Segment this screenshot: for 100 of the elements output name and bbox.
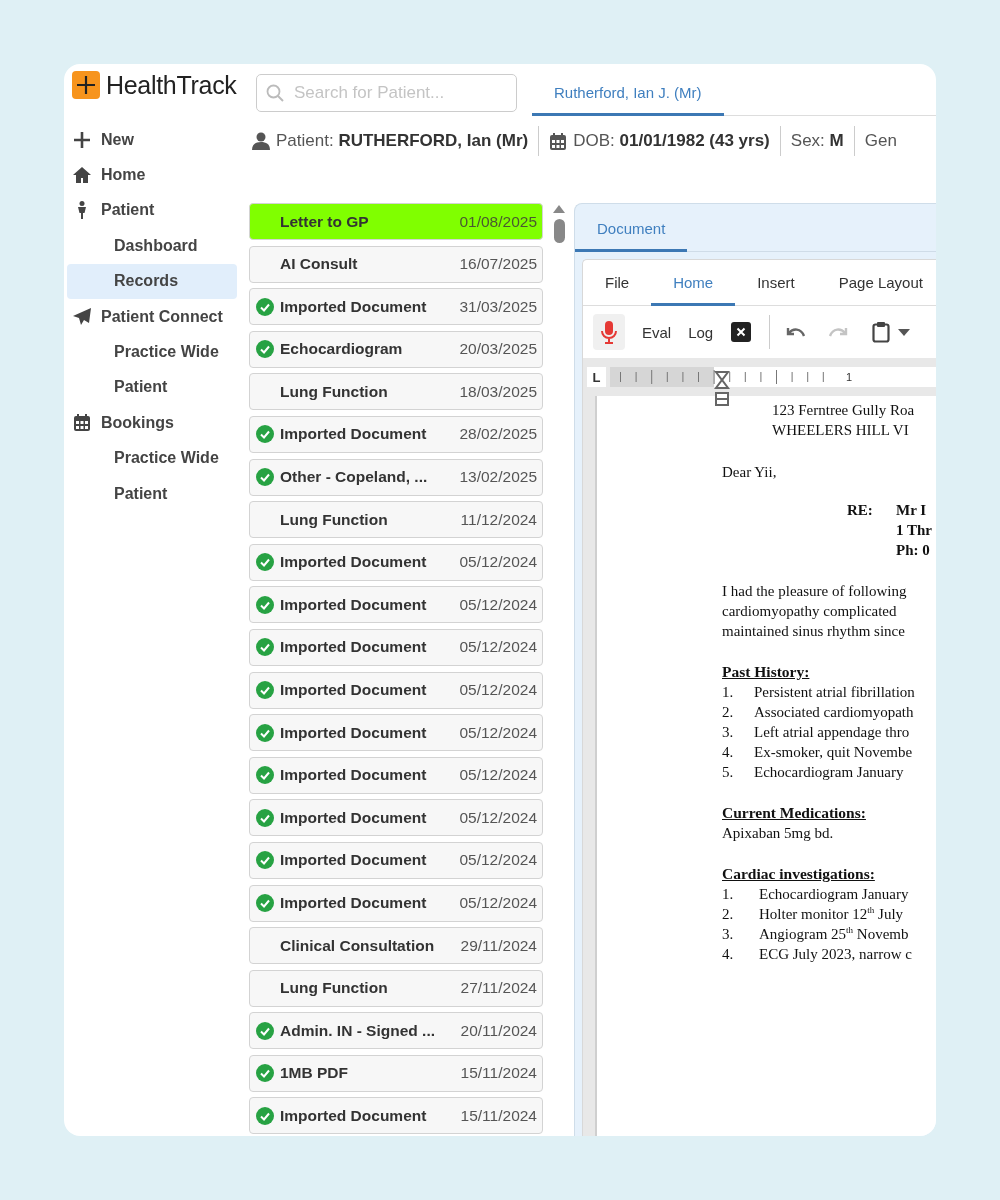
document-tab[interactable]: Document [575, 204, 688, 252]
patient-field: Sex: M [790, 131, 844, 151]
search-icon [266, 84, 284, 102]
ribbon-tab[interactable]: Insert [735, 260, 817, 306]
list-item: Echocardiogram January [754, 763, 904, 782]
sidebar-item[interactable]: Home [67, 157, 237, 193]
sidebar-item[interactable]: Bookings [67, 405, 237, 441]
record-date: 05/12/2024 [459, 681, 537, 700]
record-row[interactable]: Other - Copeland, ... 13/02/2025 [249, 458, 543, 496]
address-line: 123 Ferntree Gully Roa [772, 401, 916, 420]
record-row[interactable]: Imported Document 28/02/2025 [249, 415, 543, 453]
list-number: 2. [722, 703, 735, 722]
scrollbar-thumb[interactable] [553, 219, 565, 243]
record-title: Imported Document [280, 553, 428, 572]
record-title: Imported Document [280, 808, 428, 827]
record-row[interactable]: Imported Document 05/12/2024 [249, 586, 543, 624]
sidebar-item[interactable]: Practice Wide [67, 334, 237, 370]
record-row[interactable]: Imported Document 05/12/2024 [249, 799, 543, 837]
list-number: 3. [722, 925, 735, 944]
record-row[interactable]: Imported Document 05/12/2024 [249, 543, 543, 581]
record-date: 05/12/2024 [459, 851, 537, 870]
search-field[interactable]: Search for Patient... [256, 74, 517, 112]
record-date: 15/11/2024 [460, 1064, 537, 1083]
record-date: 01/08/2025 [459, 212, 537, 231]
sidebar-item[interactable]: Practice Wide [67, 440, 237, 476]
record-row[interactable]: Imported Document 05/12/2024 [249, 671, 543, 709]
sidebar-item[interactable]: New [67, 122, 237, 158]
ribbon-tab[interactable]: Home [651, 260, 736, 306]
clipboard-icon[interactable] [872, 321, 891, 343]
close-box-icon[interactable] [731, 322, 752, 342]
indent-marker-icon[interactable] [714, 371, 730, 407]
sidebar-item[interactable]: Patient [67, 192, 237, 229]
record-row[interactable]: 1MB PDF 15/11/2024 [249, 1054, 543, 1092]
record-date: 05/12/2024 [459, 894, 537, 912]
plus-icon [72, 129, 92, 150]
calendar-icon [72, 412, 92, 433]
sidebar-item[interactable]: Records [67, 263, 237, 299]
record-title: Imported Document [280, 425, 428, 444]
letter-text: I had the pleasure of following [722, 582, 908, 601]
undo-icon[interactable] [784, 325, 807, 339]
record-row[interactable]: Imported Document 05/12/2024 [249, 714, 543, 752]
record-date: 13/02/2025 [459, 468, 537, 487]
letter-text: Apixaban 5mg bd. [722, 824, 835, 843]
record-row[interactable]: Imported Document 15/11/2024 [249, 1097, 543, 1135]
list-number: 4. [722, 945, 735, 964]
record-row[interactable]: Imported Document 05/12/2024 [249, 884, 543, 922]
record-date: 05/12/2024 [459, 638, 537, 657]
record-row[interactable]: Imported Document 31/03/2025 [249, 288, 543, 326]
record-date: 11/12/2024 [460, 510, 537, 529]
record-date: 05/12/2024 [459, 766, 537, 785]
calendar-icon [549, 131, 568, 151]
letter-text: 1 Thr [896, 521, 933, 540]
record-date: 05/12/2024 [459, 808, 537, 827]
record-date: 27/11/2024 [460, 979, 537, 998]
record-title: Clinical Consultation [280, 936, 436, 955]
record-row[interactable]: Lung Function 27/11/2024 [249, 969, 543, 1007]
record-row[interactable]: Lung Function 18/03/2025 [249, 373, 543, 411]
ruler-number: 1 [846, 371, 853, 383]
ribbon-tab[interactable]: Page Layout [816, 260, 936, 306]
patient-tab[interactable]: Rutherford, Ian J. (Mr) [532, 84, 724, 116]
sidebar-item[interactable]: Dashboard [67, 228, 237, 264]
record-row[interactable]: Imported Document 05/12/2024 [249, 628, 543, 666]
list-item: ECG July 2023, narrow c [759, 945, 912, 964]
list-number: 1. [722, 885, 735, 904]
record-row[interactable]: Lung Function 11/12/2024 [249, 501, 543, 539]
record-row[interactable]: Admin. IN - Signed ... 20/11/2024 [249, 1012, 543, 1050]
record-title: Imported Document [280, 723, 428, 742]
record-row[interactable]: Clinical Consultation 29/11/2024 [249, 927, 543, 965]
record-row[interactable]: Imported Document 05/12/2024 [249, 756, 543, 794]
patient-field: Gen [864, 131, 897, 151]
list-item: Left atrial appendage thro [754, 723, 910, 742]
record-title: Echocardiogram [280, 340, 404, 359]
record-date: 05/12/2024 [459, 553, 537, 572]
patient-field: DOB: 01/01/1982 (43 yrs) [573, 131, 770, 151]
record-row[interactable]: Echocardiogram 20/03/2025 [249, 330, 543, 368]
patient-field: Patient: RUTHERFORD, Ian (Mr) [276, 131, 529, 151]
list-number: 3. [722, 723, 735, 742]
toolbar-button[interactable]: Eval [642, 323, 672, 341]
ribbon-tab[interactable]: File [583, 260, 652, 306]
record-row[interactable]: Imported Document 05/12/2024 [249, 841, 543, 879]
record-date: 18/03/2025 [459, 382, 537, 401]
tab-selector[interactable]: L [587, 367, 606, 387]
sidebar-item[interactable]: Patient [67, 369, 237, 406]
microphone-button[interactable] [593, 314, 625, 350]
logo-icon [72, 71, 100, 99]
scroll-up-icon[interactable] [553, 205, 565, 213]
record-title: Letter to GP [280, 212, 370, 231]
sidebar-item[interactable]: Patient Connect [67, 298, 237, 335]
record-row[interactable]: AI Consult 16/07/2025 [249, 245, 543, 283]
sidebar-item[interactable]: Patient [67, 475, 237, 512]
list-number: 4. [722, 743, 735, 762]
record-row[interactable]: Letter to GP 01/08/2025 [249, 203, 543, 240]
toolbar-button[interactable]: Log [688, 323, 714, 341]
record-title: Imported Document [280, 297, 428, 316]
letter-text: cardiomyopathy complicated [722, 602, 898, 621]
section-heading: Past History: [722, 662, 811, 682]
record-title: Lung Function [280, 979, 389, 998]
list-number: 2. [722, 905, 735, 924]
letter-text: Mr I [896, 501, 928, 520]
caret-icon[interactable] [898, 328, 911, 336]
